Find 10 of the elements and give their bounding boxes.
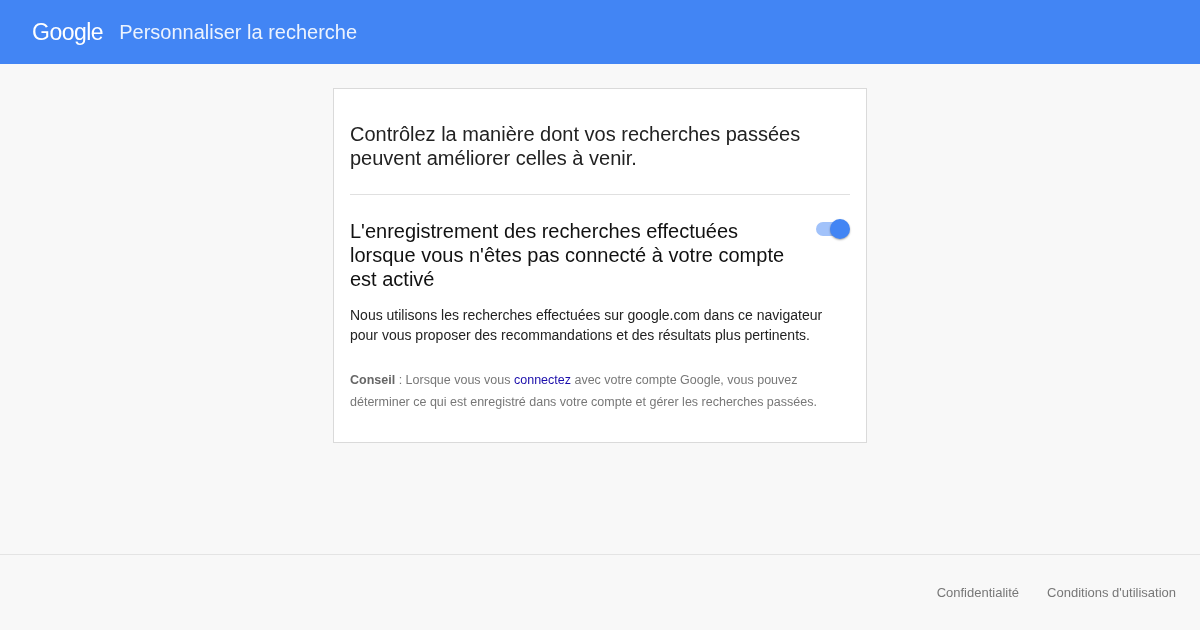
toggle-switch[interactable] bbox=[814, 219, 850, 239]
sign-in-link[interactable]: connectez bbox=[514, 373, 571, 387]
tip-text: Conseil : Lorsque vous vous connectez avec votre compte Google, vous pouvez déterminer ce qui est enregistré dans votre compte et gérer les recherches passées. bbox=[350, 372, 818, 411]
setting-title: L'enregistrement des recherches effectuées lorsque vous n'êtes pas connecté à votre compte est activé bbox=[350, 219, 786, 291]
footer-link[interactable]: Confidentialité bbox=[936, 582, 1020, 603]
card-heading: Contrôlez la manière dont vos recherches passées peuvent améliorer celles à venir. bbox=[350, 122, 802, 170]
footer-link[interactable]: Conditions d'utilisation bbox=[1047, 582, 1176, 603]
setting-description: Nous utilisons les recherches effectuées sur google.com dans ce navigateur pour vous proposer des recommandations et des résultats plus pertinents. bbox=[350, 306, 824, 345]
page-title: Personnaliser la recherche bbox=[119, 22, 358, 42]
logo[interactable]: Google bbox=[32, 20, 104, 44]
